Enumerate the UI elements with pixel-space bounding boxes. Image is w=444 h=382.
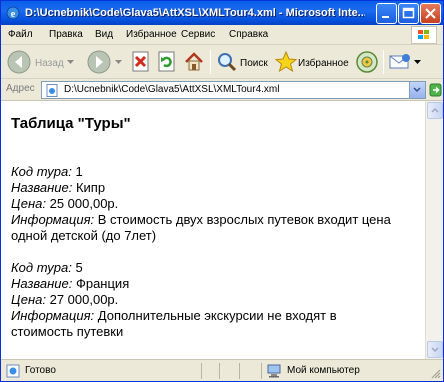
maximize-icon xyxy=(402,7,415,19)
status-pane xyxy=(201,363,219,379)
tour-1-price-line: Цена: 25 000,00р. xyxy=(11,196,118,212)
address-label: Адрес xyxy=(6,83,35,94)
minimize-icon xyxy=(382,16,389,18)
menu-edit[interactable]: Правка xyxy=(49,28,83,42)
vertical-scrollbar[interactable] xyxy=(425,101,443,359)
mail-icon xyxy=(389,54,410,69)
browser-window: e D:\Ucnebnik\Code\Glava5\AttXSL\XMLTour… xyxy=(0,0,444,382)
forward-arrow-icon xyxy=(87,50,111,74)
go-arrow-icon[interactable] xyxy=(429,82,442,98)
tour-price-value: 25 000,00р. xyxy=(49,196,119,211)
address-dropdown-button[interactable] xyxy=(409,82,425,98)
forward-button[interactable] xyxy=(85,48,113,76)
close-button[interactable] xyxy=(420,3,441,24)
status-bar: Готово Мой компьютер xyxy=(1,359,443,381)
tour-1-name-line: Название: Кипр xyxy=(11,180,105,196)
resize-grip-icon[interactable] xyxy=(429,367,441,379)
tour-2-name-line: Название: Франция xyxy=(11,276,129,292)
refresh-button[interactable] xyxy=(155,48,179,76)
windows-logo-icon xyxy=(411,26,437,44)
tour-code-value: 5 xyxy=(75,260,83,275)
status-pane xyxy=(239,363,261,379)
page-done-icon xyxy=(6,364,20,378)
tour-info-label: Информация: xyxy=(11,308,95,323)
tour-info-label: Информация: xyxy=(11,212,95,227)
back-dropdown-icon[interactable] xyxy=(67,60,74,65)
window-title: D:\Ucnebnik\Code\Glava5\AttXSL\XMLTour4.… xyxy=(25,7,365,19)
chevron-up-icon xyxy=(431,107,439,113)
chevron-down-icon xyxy=(431,347,439,353)
home-icon xyxy=(185,52,203,71)
tour-code-label: Код тура: xyxy=(11,164,72,179)
menu-favorites[interactable]: Избранное xyxy=(126,28,177,42)
menu-tools[interactable]: Сервис xyxy=(181,28,215,42)
favorites-star-icon xyxy=(274,50,298,73)
mail-button[interactable] xyxy=(387,48,423,76)
menu-bar: Файл Правка Вид Избранное Сервис Справка xyxy=(1,25,443,45)
scroll-up-button[interactable] xyxy=(427,102,443,119)
search-icon xyxy=(218,53,237,72)
tour-price-label: Цена: xyxy=(11,292,46,307)
refresh-icon xyxy=(158,51,175,72)
address-value: D:\Ucnebnik\Code\Glava5\AttXSL\XMLTour4.… xyxy=(64,84,280,95)
security-zone-text: Мой компьютер xyxy=(287,365,360,376)
status-pane xyxy=(219,363,239,379)
forward-dropdown-icon[interactable] xyxy=(115,60,122,65)
xml-file-icon xyxy=(46,84,58,97)
tour-info-value: В стоимость двух взрослых путевок входит… xyxy=(97,212,391,227)
tour-1-code-line: Код тура: 1 xyxy=(11,164,83,180)
toolbar-separator xyxy=(383,50,384,74)
search-button[interactable]: Поиск xyxy=(214,48,268,76)
toolbar-separator xyxy=(210,50,211,74)
tour-2-info-continuation: стоимость путевки xyxy=(11,324,124,339)
tour-1-info-line: Информация: В стоимость двух взрослых пу… xyxy=(11,212,391,228)
tour-code-label: Код тура: xyxy=(11,260,72,275)
close-icon xyxy=(425,8,436,19)
tour-1-info-continuation: одной детской (до 7лет) xyxy=(11,228,157,243)
back-arrow-icon xyxy=(7,50,31,74)
stop-icon xyxy=(132,51,149,72)
chevron-down-icon xyxy=(413,87,421,93)
tour-2-info-line: Информация: Дополнительные экскурсии не … xyxy=(11,308,337,324)
minimize-button[interactable] xyxy=(376,3,397,24)
standard-toolbar: Назад Поиск Избранное xyxy=(1,45,443,79)
tour-name-value: Кипр xyxy=(75,180,106,195)
page-content: Таблица "Туры" Код тура: 1 Название: Кип… xyxy=(1,101,425,359)
tour-2-code-line: Код тура: 5 xyxy=(11,260,83,276)
media-button[interactable] xyxy=(354,48,380,76)
svg-text:e: e xyxy=(11,9,16,20)
my-computer-icon xyxy=(267,364,281,378)
tour-price-value: 27 000,00р. xyxy=(49,292,119,307)
internet-explorer-icon: e xyxy=(6,6,20,20)
back-button[interactable]: Назад xyxy=(5,48,67,76)
page-title: Таблица "Туры" xyxy=(11,115,131,132)
favorites-label: Избранное xyxy=(298,58,349,69)
maximize-button[interactable] xyxy=(398,3,419,24)
tour-info-value: Дополнительные экскурсии не входят в xyxy=(97,308,337,323)
tour-price-label: Цена: xyxy=(11,196,46,211)
tour-code-value: 1 xyxy=(75,164,83,179)
menu-view[interactable]: Вид xyxy=(95,28,113,42)
search-label: Поиск xyxy=(240,58,268,69)
tour-name-value: Франция xyxy=(75,276,130,291)
tour-2-price-line: Цена: 27 000,00р. xyxy=(11,292,118,308)
mail-dropdown-icon xyxy=(414,60,421,64)
home-button[interactable] xyxy=(181,48,207,76)
menu-help[interactable]: Справка xyxy=(229,28,268,42)
scroll-down-button[interactable] xyxy=(427,341,443,358)
address-bar: Адрес D:\Ucnebnik\Code\Glava5\AttXSL\XML… xyxy=(1,79,443,101)
menu-file[interactable]: Файл xyxy=(8,28,33,42)
back-label: Назад xyxy=(35,58,64,69)
address-input[interactable]: D:\Ucnebnik\Code\Glava5\AttXSL\XMLTour4.… xyxy=(41,81,426,99)
status-text: Готово xyxy=(25,365,56,376)
favorites-button[interactable]: Избранное xyxy=(272,48,350,76)
tour-name-label: Название: xyxy=(11,180,73,195)
media-icon xyxy=(356,51,378,73)
title-bar[interactable]: e D:\Ucnebnik\Code\Glava5\AttXSL\XMLTour… xyxy=(1,1,443,25)
stop-button[interactable] xyxy=(129,48,153,76)
tour-name-label: Название: xyxy=(11,276,73,291)
